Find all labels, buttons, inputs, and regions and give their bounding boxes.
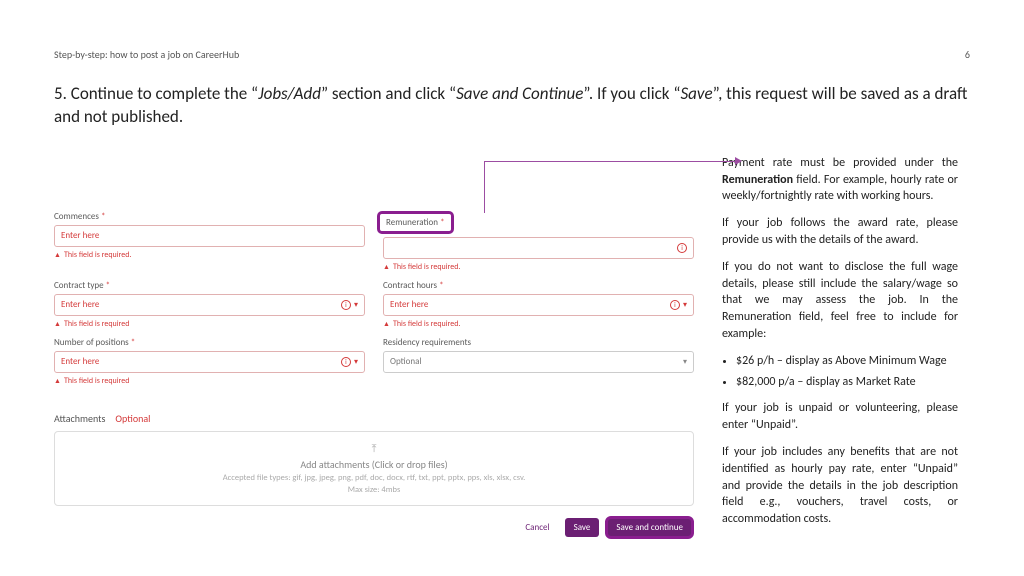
step-instruction: 5. Continue to complete the “Jobs/Add” s… xyxy=(54,83,970,129)
optional-badge: Optional xyxy=(115,412,150,425)
contract-hours-label: Contract hours * xyxy=(383,280,694,291)
num-positions-error: ▲This field is required xyxy=(54,376,365,386)
form-screenshot: Commences * Enter here ▲This field is re… xyxy=(54,155,694,539)
remuneration-error: ▲This field is required. xyxy=(383,262,694,272)
upload-icon: ⤒ xyxy=(55,442,693,456)
num-positions-label: Number of positions * xyxy=(54,337,365,348)
commences-label: Commences * xyxy=(54,211,365,222)
contract-hours-input[interactable]: Enter here i▾ xyxy=(383,294,694,316)
callout-arrow-line xyxy=(484,161,736,162)
commences-error: ▲This field is required. xyxy=(54,250,365,260)
warning-icon: ▲ xyxy=(54,319,61,328)
contract-type-label: Contract type * xyxy=(54,280,365,291)
page-number: 6 xyxy=(965,48,970,61)
callout-arrow-vertical xyxy=(484,161,485,213)
chevron-down-icon: ▾ xyxy=(683,300,687,310)
info-icon: i xyxy=(670,300,680,310)
warning-icon: ▲ xyxy=(54,250,61,259)
list-item: $82,000 p/a – display as Market Rate xyxy=(736,374,958,391)
contract-type-input[interactable]: Enter here i▾ xyxy=(54,294,365,316)
save-button[interactable]: Save xyxy=(565,518,600,537)
cancel-button[interactable]: Cancel xyxy=(516,518,558,537)
chevron-down-icon: ▾ xyxy=(354,300,358,310)
info-icon: i xyxy=(341,357,351,367)
contract-hours-error: ▲This field is required. xyxy=(383,319,694,329)
residency-select[interactable]: Optional ▾ xyxy=(383,351,694,373)
save-and-continue-button[interactable]: Save and continue xyxy=(605,516,694,539)
attachment-dropzone[interactable]: ⤒ Add attachments (Click or drop files) … xyxy=(54,431,694,506)
commences-input[interactable]: Enter here xyxy=(54,225,365,247)
num-positions-input[interactable]: Enter here i▾ xyxy=(54,351,365,373)
chevron-down-icon: ▾ xyxy=(683,357,687,367)
warning-icon: ▲ xyxy=(383,319,390,328)
chevron-down-icon: ▾ xyxy=(354,357,358,367)
remuneration-highlight: Remuneration * xyxy=(377,211,454,234)
running-head: Step-by-step: how to post a job on Caree… xyxy=(54,48,970,61)
callout-arrow-head-icon xyxy=(735,157,742,165)
attachments-label: Attachments xyxy=(54,412,105,425)
doc-title: Step-by-step: how to post a job on Caree… xyxy=(54,48,239,61)
residency-label: Residency requirements xyxy=(383,337,694,348)
warning-icon: ▲ xyxy=(383,262,390,271)
info-icon: i xyxy=(341,300,351,310)
warning-icon: ▲ xyxy=(54,376,61,385)
remuneration-input[interactable]: i xyxy=(383,237,694,259)
list-item: $26 p/h – display as Above Minimum Wage xyxy=(736,353,958,370)
info-icon: i xyxy=(677,243,687,253)
contract-type-error: ▲This field is required xyxy=(54,319,365,329)
remuneration-label: Remuneration * xyxy=(386,217,445,228)
remuneration-callout-text: Payment rate must be provided under the … xyxy=(722,155,958,538)
